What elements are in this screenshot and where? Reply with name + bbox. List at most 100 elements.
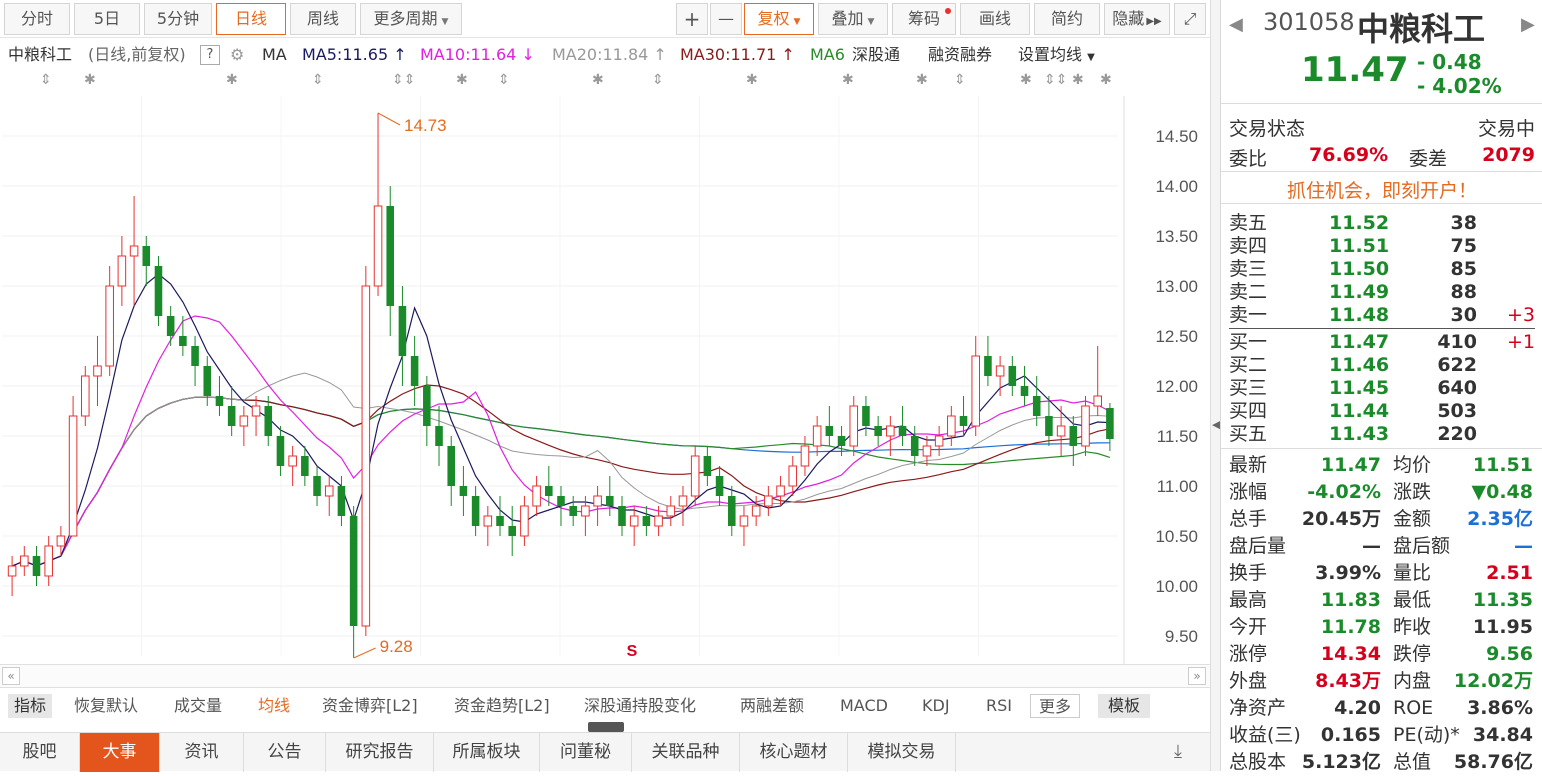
tab-rsi[interactable]: RSI — [986, 694, 1012, 718]
event-star-icon[interactable]: ✱ — [456, 72, 468, 88]
buy-level-row[interactable]: 买三 11.45 640 — [1221, 377, 1542, 400]
yincang-button[interactable]: 隐藏 ▶▶ — [1104, 3, 1170, 35]
tab-fund-trend[interactable]: 资金趋势[L2] — [454, 694, 550, 718]
candle-body — [105, 285, 114, 367]
tab-related[interactable]: 关联品种 — [632, 733, 740, 772]
tab-more-periods[interactable]: 更多周期 ▼ — [360, 3, 462, 35]
pct-change: - 4.02% — [1417, 74, 1502, 98]
sell-level-row[interactable]: 卖五 11.52 38 — [1221, 212, 1542, 235]
buy-level-row[interactable]: 买四 11.44 503 — [1221, 400, 1542, 423]
tab-ask-secretary[interactable]: 问董秘 — [540, 733, 632, 772]
prev-stock-icon[interactable]: ◀ — [1229, 14, 1243, 35]
scroll-left-icon[interactable]: « — [2, 667, 20, 685]
event-star-icon[interactable]: ✱ — [916, 72, 928, 88]
buy-level-row[interactable]: 买五 11.43 220 — [1221, 423, 1542, 446]
bottom-tabs: 股吧 大事 资讯 公告 研究报告 所属板块 问董秘 关联品种 核心题材 模拟交易… — [0, 732, 1210, 772]
zoom-in-button[interactable]: + — [676, 3, 708, 35]
tab-research[interactable]: 研究报告 — [326, 733, 434, 772]
stat-value: 12.02万 — [1453, 670, 1533, 692]
buy-level-row[interactable]: 买二 11.46 622 — [1221, 354, 1542, 377]
template-button[interactable]: 模板 — [1098, 694, 1151, 718]
y-tick-label: 11.50 — [1157, 427, 1198, 446]
tab-kdj[interactable]: KDJ — [922, 694, 950, 718]
event-star-icon[interactable]: ✱ — [746, 72, 758, 88]
tab-fund-game[interactable]: 资金博弈[L2] — [322, 694, 418, 718]
tab-guba[interactable]: 股吧 — [0, 733, 80, 772]
tab-fenshi[interactable]: 分时 — [4, 3, 70, 35]
tab-sector[interactable]: 所属板块 — [434, 733, 540, 772]
more-indicators-button[interactable]: 更多 — [1030, 694, 1081, 718]
stat-label: 最高 — [1229, 589, 1268, 611]
event-arrow-icon[interactable]: ⇕⇕ — [392, 72, 415, 88]
help-button[interactable]: ? — [200, 45, 220, 65]
rzrq-link[interactable]: 融资融券 — [928, 40, 992, 70]
event-star-icon[interactable]: ✱ — [1072, 72, 1084, 88]
quote-header: ◀ 301058 中粮科工 ▶ 11.47 - 0.48 - 4.02% — [1221, 0, 1542, 104]
candlestick-chart[interactable]: 14.50 14.00 13.50 13.00 12.50 12.00 11.50 11.00… — [0, 96, 1210, 666]
tab-zixun[interactable]: 资讯 — [160, 733, 244, 772]
zoom-out-button[interactable]: — — [710, 3, 742, 35]
tab-5min[interactable]: 5分钟 — [144, 3, 212, 35]
tab-sim-trade[interactable]: 模拟交易 — [848, 733, 956, 772]
download-icon[interactable]: ⤓ — [1174, 741, 1182, 762]
tab-sgt-holdings[interactable]: 深股通持股变化 — [584, 694, 696, 718]
gear-icon[interactable]: ⚙ — [230, 40, 244, 70]
tab-margin-diff[interactable]: 两融差额 — [740, 694, 804, 718]
event-star-icon[interactable]: ✱ — [592, 72, 604, 88]
candle-body — [154, 266, 163, 316]
restore-default-tab[interactable]: 恢复默认 — [74, 694, 138, 718]
fullscreen-button[interactable]: ⤢ — [1174, 3, 1206, 35]
stat-cell: 最低 11.35 — [1393, 587, 1533, 614]
candle-body — [618, 506, 626, 526]
tab-macd[interactable]: MACD — [840, 694, 888, 718]
candle-body — [886, 425, 895, 437]
event-arrow-icon[interactable]: ⇕ — [498, 72, 510, 88]
set-ma-dropdown[interactable]: 设置均线 ▼ — [1018, 40, 1095, 73]
panel-splitter[interactable]: ◀ — [1210, 0, 1220, 771]
sell-level-row[interactable]: 卖四 11.51 75 — [1221, 235, 1542, 258]
scroll-right-icon[interactable]: » — [1188, 667, 1206, 685]
fuquan-dropdown[interactable]: 复权 ▼ — [744, 3, 814, 35]
fuquan-label: 复权 — [757, 9, 790, 28]
event-arrow-icon[interactable]: ⇕ — [312, 72, 324, 88]
tab-5day[interactable]: 5日 — [74, 3, 140, 35]
stat-value: ▼0.48 — [1471, 481, 1534, 503]
tab-weekly[interactable]: 周线 — [290, 3, 356, 35]
event-star-icon[interactable]: ✱ — [842, 72, 854, 88]
diejia-dropdown[interactable]: 叠加 ▼ — [818, 3, 888, 35]
ma10-line — [11, 315, 1111, 567]
candle-body — [337, 486, 346, 516]
jianyue-button[interactable]: 简约 — [1034, 3, 1100, 35]
sell-level-row[interactable]: 卖一 11.48 30 +3 — [1221, 304, 1542, 327]
huaxian-button[interactable]: 画线 — [960, 3, 1030, 35]
horizontal-scrollbar[interactable]: « » — [0, 664, 1210, 688]
tab-volume[interactable]: 成交量 — [174, 694, 222, 718]
stat-value: 11.95 — [1472, 616, 1533, 638]
tab-dashi[interactable]: 大事 — [80, 733, 160, 772]
event-star-icon[interactable]: ✱ — [1100, 72, 1112, 88]
tab-core-themes[interactable]: 核心题材 — [740, 733, 848, 772]
sell-level-row[interactable]: 卖三 11.50 85 — [1221, 258, 1542, 281]
event-star-icon[interactable]: ✱ — [226, 72, 238, 88]
candle-body — [68, 415, 78, 537]
event-star-icon[interactable]: ✱ — [1020, 72, 1032, 88]
event-arrow-icon[interactable]: ⇕ — [40, 72, 52, 88]
tab-ma[interactable]: 均线 — [258, 694, 290, 718]
event-arrow-icon[interactable]: ⇕ — [954, 72, 966, 88]
next-stock-icon[interactable]: ▶ — [1521, 14, 1535, 35]
caret-down-icon: ▼ — [867, 17, 875, 27]
level-volume: 85 — [1450, 258, 1477, 280]
sell-level-row[interactable]: 卖二 11.49 88 — [1221, 281, 1542, 304]
candle-body — [251, 405, 261, 417]
event-star-icon[interactable]: ✱ — [84, 72, 96, 88]
collapse-handle[interactable] — [588, 722, 624, 732]
buy-level-row[interactable]: 买一 11.47 410 +1 — [1221, 331, 1542, 354]
event-arrow-icon[interactable]: ⇕ — [652, 72, 664, 88]
tab-gonggao[interactable]: 公告 — [244, 733, 326, 772]
event-arrow-icon[interactable]: ⇕⇕ — [1044, 72, 1067, 88]
shengutong-link[interactable]: 深股通 — [852, 40, 900, 70]
tab-daily[interactable]: 日线 — [216, 3, 286, 35]
chouma-button[interactable]: 筹码 — [892, 3, 956, 35]
level-price: 11.50 — [1329, 258, 1390, 280]
open-account-link[interactable]: 抓住机会，即刻开户！ — [1221, 176, 1542, 204]
